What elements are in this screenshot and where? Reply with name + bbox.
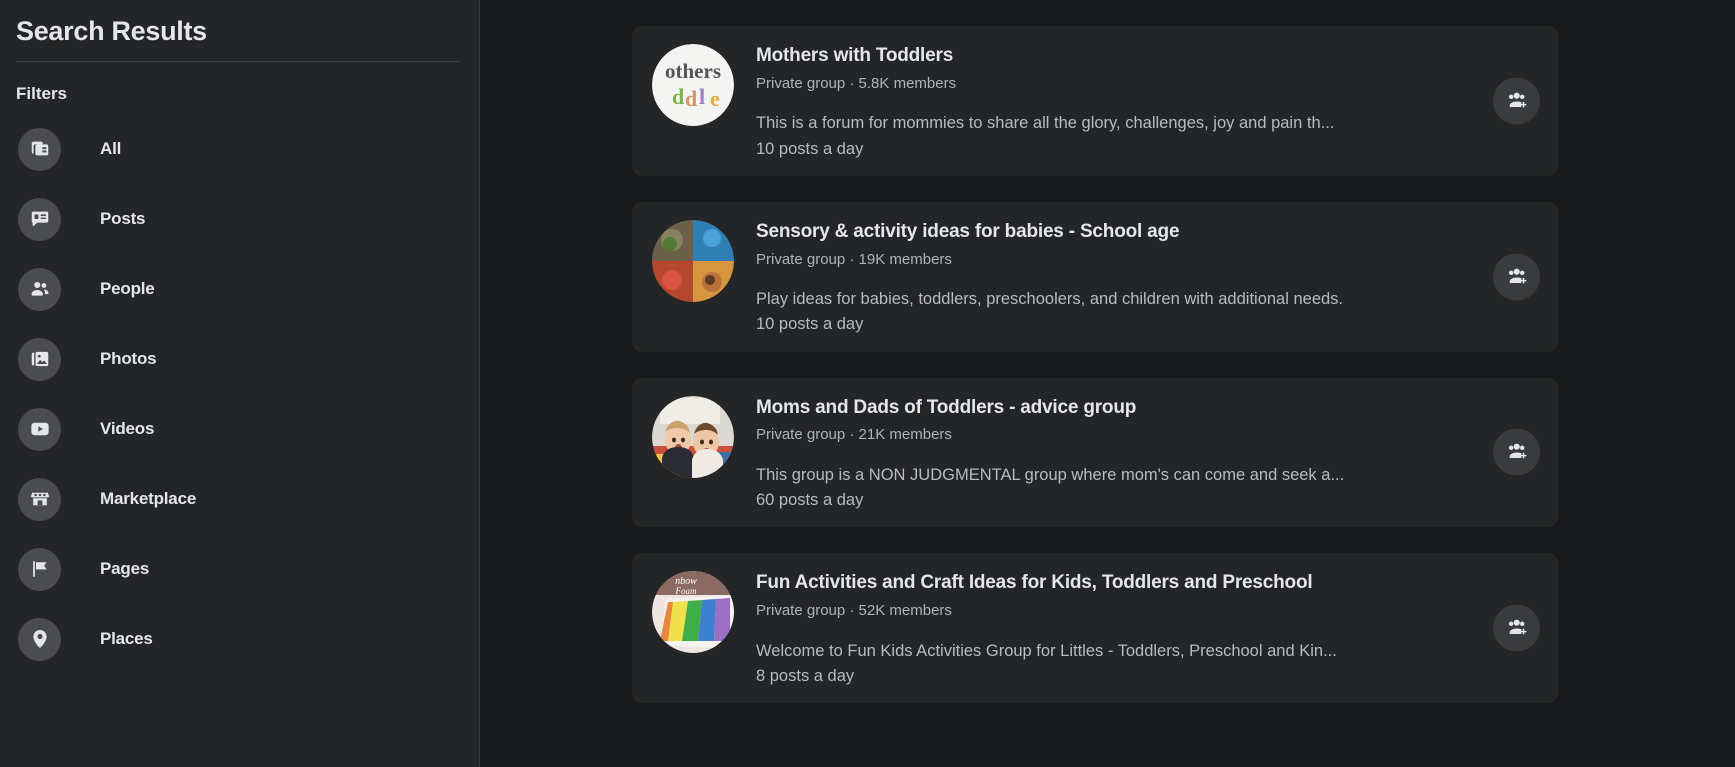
group-description: This group is a NON JUDGMENTAL group whe…	[756, 465, 1345, 484]
people-icon	[18, 267, 61, 311]
sidebar-item-label: Places	[100, 629, 153, 648]
group-description: Play ideas for babies, toddlers, prescho…	[756, 290, 1344, 309]
sidebar-item-videos[interactable]: Videos	[16, 394, 463, 464]
svg-text:d: d	[672, 84, 684, 109]
group-result-card[interactable]: Moms and Dads of Toddlers - advice group…	[632, 377, 1558, 528]
join-group-button[interactable]	[1493, 253, 1540, 301]
group-post-frequency: 8 posts a day	[756, 666, 855, 685]
posts-icon	[18, 197, 61, 241]
group-avatar	[652, 219, 734, 302]
join-group-button[interactable]	[1493, 428, 1540, 476]
group-name[interactable]: Moms and Dads of Toddlers - advice group	[756, 396, 1540, 420]
group-info: Moms and Dads of Toddlers - advice group…	[756, 394, 1540, 512]
group-meta: Private group · 19K members	[756, 250, 952, 268]
results-panel: others d d l e Mothers with Toddlers Private…	[480, 0, 1735, 767]
group-avatar: others d d l e	[652, 44, 734, 126]
group-name[interactable]: Mothers with Toddlers	[756, 44, 1540, 68]
filters-heading: Filters	[16, 84, 68, 103]
group-info: Sensory & activity ideas for babies - Sc…	[756, 218, 1540, 336]
all-icon	[18, 127, 61, 171]
sidebar-item-posts[interactable]: Posts	[16, 184, 463, 254]
svg-text:e: e	[710, 86, 720, 111]
sidebar-item-label: Videos	[100, 419, 155, 438]
sidebar-item-people[interactable]: People	[16, 254, 463, 324]
group-description: Welcome to Fun Kids Activities Group for…	[756, 641, 1337, 660]
group-info: Mothers with Toddlers Private group · 5.…	[756, 42, 1540, 160]
svg-text:Foam: Foam	[675, 586, 697, 596]
join-group-button[interactable]	[1493, 604, 1540, 652]
places-icon	[18, 617, 61, 661]
add-people-icon	[1505, 263, 1529, 290]
pages-icon	[18, 547, 61, 591]
sidebar-item-label: Photos	[100, 349, 157, 368]
group-meta: Private group · 52K members	[756, 602, 952, 620]
group-post-frequency: 60 posts a day	[756, 491, 864, 510]
sidebar-item-label: Pages	[100, 559, 150, 578]
group-description: This is a forum for mommies to share all…	[756, 114, 1335, 133]
sidebar-item-label: People	[100, 279, 155, 298]
sidebar-item-marketplace[interactable]: Marketplace	[16, 464, 463, 534]
add-people-icon	[1505, 615, 1529, 642]
group-avatar	[652, 395, 734, 478]
svg-text:l: l	[699, 84, 705, 109]
group-name[interactable]: Fun Activities and Craft Ideas for Kids,…	[756, 571, 1540, 595]
results-list: others d d l e Mothers with Toddlers Private…	[632, 26, 1558, 704]
group-avatar: nbow Foam	[652, 571, 734, 654]
group-name[interactable]: Sensory & activity ideas for babies - Sc…	[756, 220, 1540, 244]
group-post-frequency: 10 posts a day	[756, 139, 864, 158]
group-post-frequency: 10 posts a day	[756, 315, 864, 334]
group-result-card[interactable]: nbow Foam Fun Activities and Craft Ideas …	[632, 553, 1558, 704]
sidebar-item-label: Posts	[100, 209, 146, 228]
sidebar-item-places[interactable]: Places	[16, 604, 463, 674]
marketplace-icon	[18, 477, 61, 521]
photos-icon	[18, 337, 61, 381]
sidebar: Search Results Filters All Posts People …	[0, 0, 480, 767]
group-info: Fun Activities and Craft Ideas for Kids,…	[756, 569, 1540, 687]
sidebar-item-label: All	[100, 139, 122, 158]
page-title: Search Results	[16, 16, 207, 46]
videos-icon	[18, 407, 61, 451]
svg-text:d: d	[685, 86, 697, 111]
filters-list: All Posts People Photos Videos Marketpla…	[16, 114, 463, 674]
sidebar-item-label: Marketplace	[100, 489, 197, 508]
group-result-card[interactable]: Sensory & activity ideas for babies - Sc…	[632, 201, 1558, 352]
sidebar-item-photos[interactable]: Photos	[16, 324, 463, 394]
group-meta: Private group · 21K members	[756, 426, 952, 444]
sidebar-item-pages[interactable]: Pages	[16, 534, 463, 604]
join-group-button[interactable]	[1493, 77, 1540, 125]
group-meta: Private group · 5.8K members	[756, 74, 957, 92]
group-result-card[interactable]: others d d l e Mothers with Toddlers Private…	[632, 26, 1558, 176]
search-results-page: Search Results Filters All Posts People …	[0, 0, 1735, 767]
add-people-icon	[1505, 439, 1529, 466]
add-people-icon	[1505, 87, 1529, 114]
svg-text:others: others	[665, 59, 721, 83]
sidebar-item-all[interactable]: All	[16, 114, 463, 184]
